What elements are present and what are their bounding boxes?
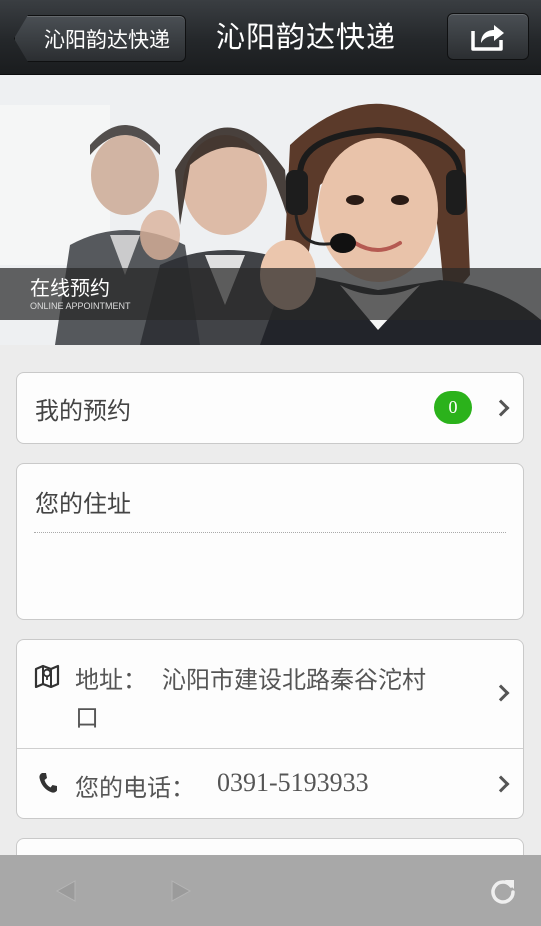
hero-banner[interactable]: 在线预约 ONLINE APPOINTMENT	[0, 75, 541, 345]
appointments-count-badge: 0	[434, 391, 472, 424]
banner-title: 在线预约	[30, 276, 110, 300]
address-row[interactable]: 地址： 沁阳市建设北路秦谷沱村 口	[17, 640, 523, 748]
my-appointments-label: 我的预约	[35, 397, 131, 425]
share-icon	[471, 24, 504, 51]
share-button[interactable]	[447, 13, 529, 60]
contact-info-card: 地址： 沁阳市建设北路秦谷沱村 口 您的电话： 0391-5193933	[16, 639, 524, 819]
phone-row[interactable]: 您的电话： 0391-5193933	[17, 748, 523, 820]
back-button-label: 沁阳韵达快递	[44, 27, 170, 52]
address-input-label: 您的住址	[35, 490, 131, 518]
phone-icon	[39, 773, 57, 793]
map-icon	[34, 664, 60, 688]
address-label: 地址：	[75, 666, 147, 694]
top-nav-bar: 沁阳韵达快递 沁阳韵达快递	[0, 0, 541, 75]
my-appointments-row[interactable]: 我的预约 0	[16, 372, 524, 444]
address-input-field[interactable]	[34, 534, 506, 611]
address-value-line1: 沁阳市建设北路秦谷沱村	[162, 666, 426, 694]
address-value-line2: 口	[75, 704, 99, 732]
chevron-right-icon	[492, 775, 510, 793]
nav-back-icon[interactable]	[55, 879, 77, 903]
address-input-card[interactable]: 您的住址	[16, 463, 524, 620]
banner-caption: 在线预约 ONLINE APPOINTMENT	[0, 268, 541, 320]
phone-value: 0391-5193933	[217, 768, 369, 797]
refresh-icon[interactable]	[489, 877, 517, 905]
chevron-right-icon	[492, 399, 510, 417]
phone-label: 您的电话：	[75, 774, 195, 802]
browser-bottom-bar	[0, 855, 541, 926]
page-title: 沁阳韵达快递	[215, 20, 396, 54]
back-button[interactable]: 沁阳韵达快递	[14, 15, 186, 62]
banner-subtitle: ONLINE APPOINTMENT	[30, 301, 131, 311]
chevron-right-icon	[492, 684, 510, 702]
nav-forward-icon[interactable]	[170, 879, 192, 903]
input-divider	[34, 532, 506, 533]
